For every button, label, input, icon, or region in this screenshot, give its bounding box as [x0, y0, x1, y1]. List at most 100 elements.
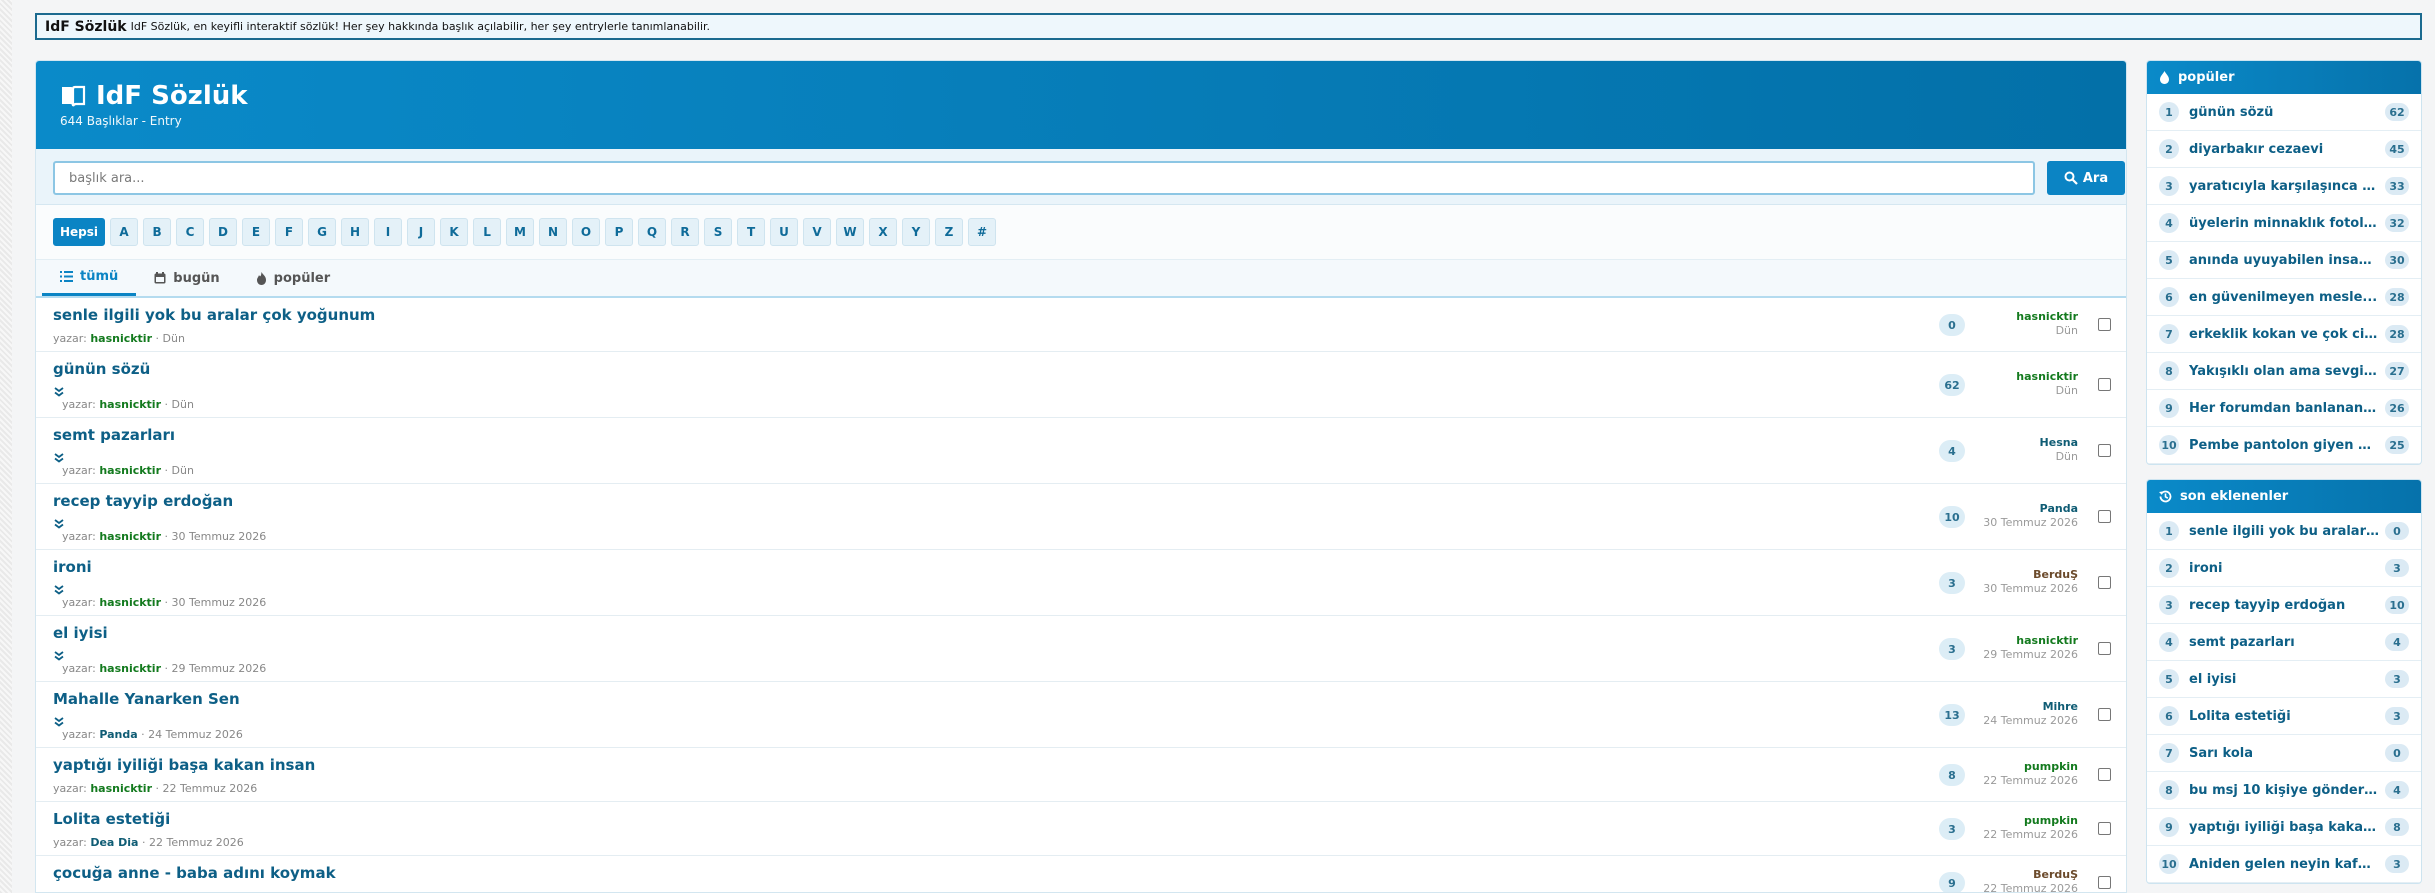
- topic-checkbox[interactable]: [2098, 876, 2111, 889]
- popular-topic-link[interactable]: yaratıcıyla karşılaşınca s...: [2189, 179, 2379, 194]
- topic-author-link[interactable]: hasnicktir: [99, 662, 161, 675]
- expand-chevron-icon[interactable]: [53, 515, 65, 529]
- popular-item[interactable]: 2 diyarbakır cezaevi 45: [2147, 131, 2421, 168]
- last-entry-user-link[interactable]: Mihre: [1983, 700, 2078, 713]
- recent-topic-link[interactable]: yaptığı iyiliği başa kakan ...: [2189, 820, 2379, 835]
- topic-checkbox[interactable]: [2098, 318, 2111, 331]
- popular-topic-link[interactable]: Her forumdan banlanan ...: [2189, 401, 2379, 416]
- topic-checkbox[interactable]: [2098, 822, 2111, 835]
- letter-filter-item[interactable]: C: [176, 218, 205, 246]
- recent-topic-link[interactable]: ironi: [2189, 561, 2379, 576]
- recent-topic-link[interactable]: semt pazarları: [2189, 635, 2379, 650]
- topic-title-link[interactable]: el iyisi: [53, 624, 108, 642]
- letter-filter-item[interactable]: H: [341, 218, 370, 246]
- letter-filter-item[interactable]: R: [671, 218, 700, 246]
- recent-item[interactable]: 3 recep tayyip erdoğan 10: [2147, 587, 2421, 624]
- letter-filter-item[interactable]: I: [374, 218, 403, 246]
- last-entry-user-link[interactable]: BerduŞ: [1983, 868, 2078, 881]
- topic-checkbox[interactable]: [2098, 642, 2111, 655]
- letter-filter-item[interactable]: F: [275, 218, 304, 246]
- topic-title-link[interactable]: çocuğa anne - baba adını koymak: [53, 864, 336, 882]
- topic-author-link[interactable]: Panda: [99, 728, 137, 741]
- topic-title-link[interactable]: ironi: [53, 558, 92, 576]
- popular-item[interactable]: 7 erkeklik kokan ve çok ci... 28: [2147, 316, 2421, 353]
- popular-topic-link[interactable]: erkeklik kokan ve çok ci...: [2189, 327, 2379, 342]
- popular-item[interactable]: 10 Pembe pantolon giyen e... 25: [2147, 427, 2421, 464]
- letter-filter-item[interactable]: N: [539, 218, 568, 246]
- topic-checkbox[interactable]: [2098, 576, 2111, 589]
- letter-filter-item[interactable]: K: [440, 218, 469, 246]
- topic-title-link[interactable]: günün sözü: [53, 360, 150, 378]
- letter-filter-item[interactable]: E: [242, 218, 271, 246]
- expand-chevron-icon[interactable]: [53, 713, 65, 727]
- topic-title-link[interactable]: senle ilgili yok bu aralar çok yoğunum: [53, 306, 375, 324]
- letter-filter-item[interactable]: T: [737, 218, 766, 246]
- last-entry-user-link[interactable]: Panda: [1983, 502, 2078, 515]
- topic-checkbox[interactable]: [2098, 708, 2111, 721]
- topic-checkbox[interactable]: [2098, 444, 2111, 457]
- letter-filter-item[interactable]: B: [143, 218, 172, 246]
- popular-topic-link[interactable]: Yakışıklı olan ama sevgil...: [2189, 364, 2379, 379]
- last-entry-user-link[interactable]: hasnicktir: [2016, 370, 2078, 383]
- topic-author-link[interactable]: hasnicktir: [90, 782, 152, 795]
- last-entry-user-link[interactable]: BerduŞ: [1983, 568, 2078, 581]
- popular-topic-link[interactable]: en güvenilmeyen mesle...: [2189, 290, 2379, 305]
- letter-filter-item[interactable]: V: [803, 218, 832, 246]
- topic-author-link[interactable]: hasnicktir: [99, 596, 161, 609]
- popular-item[interactable]: 4 üyelerin minnaklık fotoları 32: [2147, 205, 2421, 242]
- expand-chevron-icon[interactable]: [53, 647, 65, 661]
- recent-item[interactable]: 7 Sarı kola 0: [2147, 735, 2421, 772]
- letter-filter-item[interactable]: U: [770, 218, 799, 246]
- recent-item[interactable]: 6 Lolita estetiği 3: [2147, 698, 2421, 735]
- letter-filter-item[interactable]: M: [506, 218, 535, 246]
- recent-item[interactable]: 5 el iyisi 3: [2147, 661, 2421, 698]
- topic-title-link[interactable]: yaptığı iyiliği başa kakan insan: [53, 756, 315, 774]
- recent-topic-link[interactable]: el iyisi: [2189, 672, 2379, 687]
- search-button[interactable]: Ara: [2047, 161, 2125, 195]
- letter-filter-item[interactable]: Y: [902, 218, 931, 246]
- letter-filter-item[interactable]: W: [836, 218, 865, 246]
- topic-checkbox[interactable]: [2098, 378, 2111, 391]
- recent-item[interactable]: 4 semt pazarları 4: [2147, 624, 2421, 661]
- topic-author-link[interactable]: hasnicktir: [99, 530, 161, 543]
- recent-topic-link[interactable]: Lolita estetiği: [2189, 709, 2379, 724]
- topic-checkbox[interactable]: [2098, 510, 2111, 523]
- popular-item[interactable]: 3 yaratıcıyla karşılaşınca s... 33: [2147, 168, 2421, 205]
- last-entry-user-link[interactable]: Hesna: [2040, 436, 2078, 449]
- letter-filter-item[interactable]: P: [605, 218, 634, 246]
- popular-item[interactable]: 5 anında uyuyabilen insan... 30: [2147, 242, 2421, 279]
- popular-topic-link[interactable]: günün sözü: [2189, 105, 2379, 120]
- topic-title-link[interactable]: Mahalle Yanarken Sen: [53, 690, 240, 708]
- recent-topic-link[interactable]: bu msj 10 kişiye gönderir...: [2189, 783, 2379, 798]
- popular-topic-link[interactable]: anında uyuyabilen insan...: [2189, 253, 2379, 268]
- topic-author-link[interactable]: hasnicktir: [99, 464, 161, 477]
- tab-popular[interactable]: popüler: [238, 260, 348, 296]
- last-entry-user-link[interactable]: pumpkin: [1983, 814, 2078, 827]
- letter-filter-item[interactable]: D: [209, 218, 238, 246]
- letter-filter-item[interactable]: O: [572, 218, 601, 246]
- letter-filter-item[interactable]: X: [869, 218, 898, 246]
- letter-filter-item[interactable]: S: [704, 218, 733, 246]
- topic-author-link[interactable]: Dea Dia: [90, 836, 138, 849]
- expand-chevron-icon[interactable]: [53, 449, 65, 463]
- recent-item[interactable]: 8 bu msj 10 kişiye gönderir... 4: [2147, 772, 2421, 809]
- topic-checkbox[interactable]: [2098, 768, 2111, 781]
- letter-filter-item[interactable]: J: [407, 218, 436, 246]
- topic-author-link[interactable]: hasnicktir: [99, 398, 161, 411]
- letter-filter-all[interactable]: Hepsi: [53, 218, 106, 246]
- popular-topic-link[interactable]: üyelerin minnaklık fotoları: [2189, 216, 2379, 231]
- expand-chevron-icon[interactable]: [53, 581, 65, 595]
- last-entry-user-link[interactable]: hasnicktir: [1983, 634, 2078, 647]
- popular-item[interactable]: 6 en güvenilmeyen mesle... 28: [2147, 279, 2421, 316]
- topic-title-link[interactable]: semt pazarları: [53, 426, 175, 444]
- recent-item[interactable]: 10 Aniden gelen neyin kafası... 3: [2147, 846, 2421, 883]
- recent-topic-link[interactable]: Aniden gelen neyin kafası...: [2189, 857, 2379, 872]
- tab-all[interactable]: tümü: [42, 260, 137, 296]
- search-input[interactable]: [53, 161, 2035, 195]
- recent-item[interactable]: 1 senle ilgili yok bu aralar ç... 0: [2147, 513, 2421, 550]
- expand-chevron-icon[interactable]: [53, 383, 65, 397]
- topic-title-link[interactable]: Lolita estetiği: [53, 810, 170, 828]
- last-entry-user-link[interactable]: pumpkin: [1983, 760, 2078, 773]
- topic-title-link[interactable]: recep tayyip erdoğan: [53, 492, 233, 510]
- tab-today[interactable]: bugün: [136, 260, 237, 296]
